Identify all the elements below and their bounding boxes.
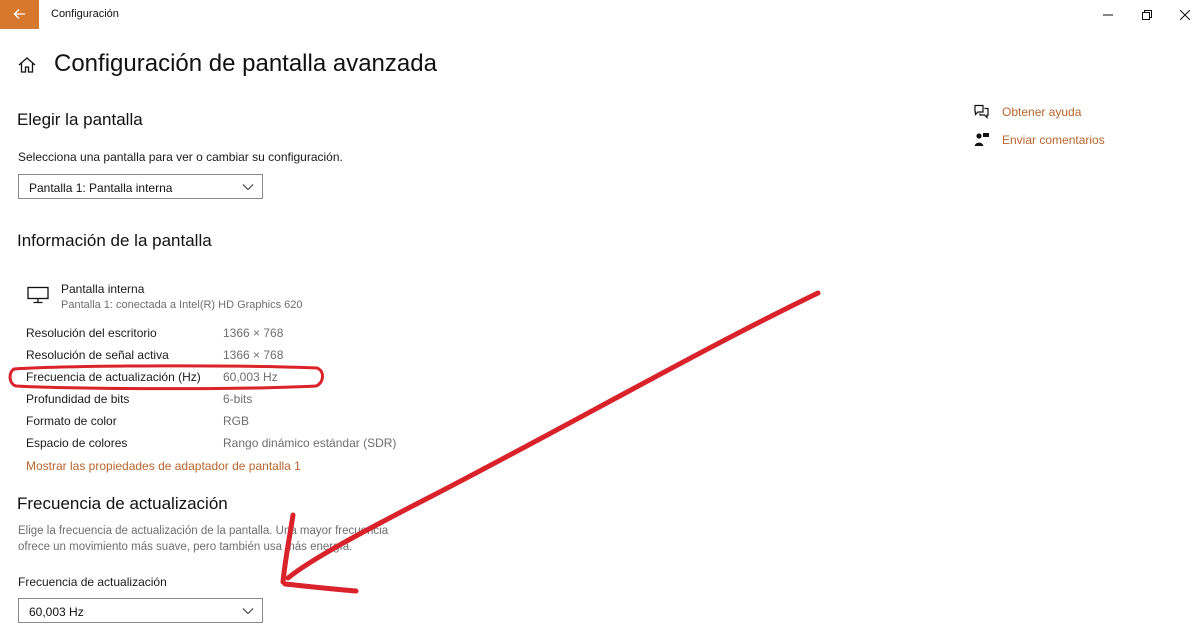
display-select[interactable]: Pantalla 1: Pantalla interna	[18, 174, 263, 199]
info-label-color-space: Espacio de colores	[26, 436, 128, 450]
refresh-rate-select-value: 60,003 Hz	[29, 605, 84, 619]
chevron-down-icon	[242, 608, 254, 615]
page-title: Configuración de pantalla avanzada	[54, 50, 437, 77]
get-help-link[interactable]: Obtener ayuda	[1002, 105, 1081, 119]
adapter-properties-link[interactable]: Mostrar las propiedades de adaptador de …	[26, 459, 301, 473]
info-value-desktop-resolution: 1366 × 768	[223, 326, 284, 340]
title-bar: Configuración	[0, 0, 1200, 30]
info-label-signal-resolution: Resolución de señal activa	[26, 348, 169, 362]
app-title: Configuración	[51, 8, 119, 20]
display-select-value: Pantalla 1: Pantalla interna	[29, 181, 173, 195]
chevron-down-icon	[242, 184, 254, 191]
display-name: Pantalla interna	[61, 282, 145, 296]
refresh-rate-heading: Frecuencia de actualización	[17, 494, 228, 513]
help-chat-icon[interactable]	[973, 104, 990, 119]
info-value-signal-resolution: 1366 × 768	[223, 348, 284, 362]
restore-icon	[1142, 10, 1152, 20]
display-info-heading: Información de la pantalla	[17, 231, 212, 250]
send-feedback-link[interactable]: Enviar comentarios	[1002, 133, 1105, 147]
close-icon	[1180, 10, 1190, 20]
refresh-rate-select[interactable]: 60,003 Hz	[18, 598, 263, 623]
info-value-bit-depth: 6-bits	[223, 392, 253, 406]
info-label-color-format: Formato de color	[26, 414, 117, 428]
refresh-description-line1: Elige la frecuencia de actualización de …	[18, 525, 389, 537]
display-subtitle: Pantalla 1: conectada a Intel(R) HD Grap…	[61, 299, 303, 311]
refresh-description-line2: ofrece un movimiento más suave, pero tam…	[18, 541, 353, 553]
arrow-head-down	[282, 581, 359, 594]
feedback-icon[interactable]	[974, 132, 990, 147]
minimize-icon	[1103, 14, 1113, 16]
back-button[interactable]	[0, 0, 39, 29]
monitor-icon	[27, 286, 49, 304]
back-arrow-icon	[13, 9, 25, 19]
choose-display-description: Selecciona una pantalla para ver o cambi…	[18, 150, 343, 164]
choose-display-heading: Elegir la pantalla	[17, 110, 143, 129]
info-label-bit-depth: Profundidad de bits	[26, 392, 130, 406]
info-value-color-format: RGB	[223, 414, 250, 428]
home-icon[interactable]	[18, 57, 36, 73]
info-label-refresh-rate: Frecuencia de actualización (Hz)	[26, 370, 201, 384]
info-label-desktop-resolution: Resolución del escritorio	[26, 326, 157, 340]
close-button[interactable]	[1162, 0, 1200, 30]
info-value-refresh-rate: 60,003 Hz	[223, 370, 278, 384]
info-value-color-space: Rango dinámico estándar (SDR)	[223, 436, 397, 450]
refresh-rate-label: Frecuencia de actualización	[18, 575, 167, 589]
